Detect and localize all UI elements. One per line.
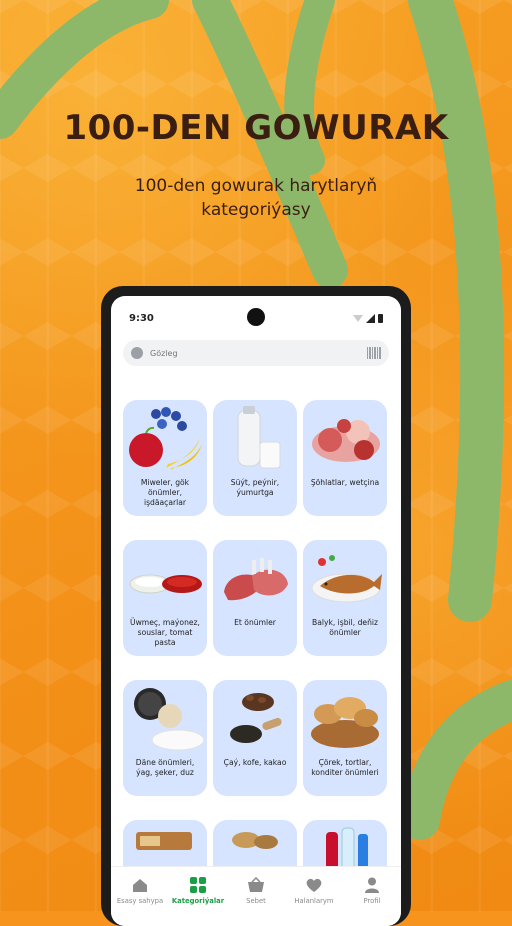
category-label: Üwmeç, maýonez, souslar, tomat pasta	[130, 618, 200, 647]
bottom-navigation: Esasy sahypa Kategoriýalar Sebet Halanla…	[111, 866, 401, 926]
category-label: Süýt, peýnir, ýumurtga	[230, 478, 280, 497]
promo-subtitle: 100-den gowurak harytlaryň kategoriýasy	[0, 174, 512, 222]
app-screen: 9:30 Miwe	[111, 296, 401, 926]
camera-cutout	[247, 308, 265, 326]
category-label: Däne önümleri, ýag, şeker, duz	[135, 758, 195, 777]
category-label: Şöhlatlar, wetçina	[310, 478, 380, 487]
status-time: 9:30	[129, 312, 154, 324]
status-bar: 9:30	[111, 296, 401, 340]
nav-profile[interactable]: Profil	[344, 877, 400, 905]
sausage-icon	[312, 419, 380, 462]
wifi-icon	[353, 314, 363, 322]
nav-categories-label: Kategoriýalar	[171, 897, 225, 905]
category-card-sauces[interactable]: Üwmeç, maýonez, souslar, tomat pasta	[123, 540, 207, 656]
grid-icon	[190, 877, 206, 893]
nav-profile-label: Profil	[363, 897, 381, 905]
meat-icon	[224, 558, 288, 601]
bread-icon	[311, 697, 379, 748]
nav-home[interactable]: Esasy sahypa	[112, 877, 168, 905]
tea-coffee-icon	[230, 693, 282, 743]
signal-icon	[366, 313, 375, 323]
promo-subtitle-line1: 100-den gowurak harytlaryň	[134, 176, 378, 196]
nav-home-label: Esasy sahypa	[116, 897, 164, 905]
promo-title: 100-DEN GOWURAK	[63, 108, 449, 148]
nav-favorites[interactable]: Halanlarym	[286, 877, 342, 905]
category-card-dairy[interactable]: Süýt, peýnir, ýumurtga	[213, 400, 297, 516]
battery-icon	[378, 313, 383, 323]
category-label: Çörek, tortlar, konditer önümleri	[311, 758, 379, 777]
nav-favorites-label: Halanlarym	[294, 897, 334, 905]
search-icon	[131, 347, 143, 359]
milk-icon	[237, 406, 281, 469]
nav-cart-label: Sebet	[246, 897, 266, 905]
nav-categories[interactable]: Kategoriýalar	[170, 877, 226, 905]
category-label: Balyk, işbil, deňiz önümler	[311, 618, 379, 637]
basket-icon	[248, 877, 264, 892]
nav-cart[interactable]: Sebet	[228, 877, 284, 905]
category-card-bread[interactable]: Çörek, tortlar, konditer önümleri	[303, 680, 387, 796]
category-card-sausages[interactable]: Şöhlatlar, wetçina	[303, 400, 387, 516]
heart-icon	[306, 878, 322, 892]
sauce-icon	[129, 574, 202, 594]
fruits-icon	[129, 407, 202, 470]
category-label: Çaý, kofe, kakao	[223, 758, 287, 767]
category-card-tea-coffee[interactable]: Çaý, kofe, kakao	[213, 680, 297, 796]
category-label: Et önümler	[234, 618, 276, 627]
grains-icon	[134, 688, 204, 751]
category-card-grains[interactable]: Däne önümleri, ýag, şeker, duz	[123, 680, 207, 796]
status-icons	[353, 313, 383, 323]
search-bar[interactable]	[123, 340, 389, 366]
category-grid: Miweler, gök önümler, işdäaçarlar Süýt, …	[123, 400, 389, 926]
category-card-meat[interactable]: Et önümler	[213, 540, 297, 656]
category-card-fruits[interactable]: Miweler, gök önümler, işdäaçarlar	[123, 400, 207, 516]
barcode-scan-icon[interactable]	[367, 347, 381, 359]
category-label: Miweler, gök önümler, işdäaçarlar	[140, 478, 190, 507]
home-icon	[133, 879, 147, 892]
phone-mockup: 9:30 Miwe	[101, 286, 411, 926]
promo-subtitle-line2: kategoriýasy	[201, 200, 311, 220]
profile-icon	[365, 877, 379, 893]
search-input[interactable]	[150, 348, 360, 358]
category-card-fish[interactable]: Balyk, işbil, deňiz önümler	[303, 540, 387, 656]
fish-icon	[311, 555, 382, 603]
